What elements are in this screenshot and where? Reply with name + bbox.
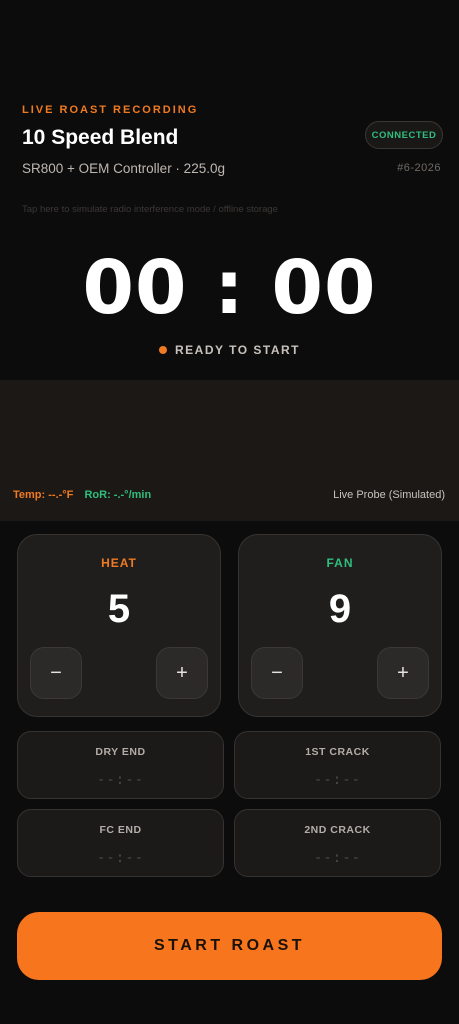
heat-decrease-button[interactable]: − — [30, 647, 82, 699]
status-dot-icon — [158, 346, 167, 354]
milestone-time: --:-- — [313, 772, 362, 788]
milestone-time: --:-- — [96, 772, 145, 788]
recording-eyebrow: LIVE ROAST RECORDING — [22, 104, 199, 116]
roast-subtitle: SR800 + OEM Controller · 225.0g — [22, 161, 225, 176]
fan-increase-button[interactable]: + — [377, 647, 429, 699]
milestone-dry-end[interactable]: DRY END --:-- — [17, 731, 224, 799]
ror-readout: RoR: -.-°/min — [84, 489, 152, 501]
temp-readout: Temp: --.-°F — [13, 489, 74, 501]
milestone-label: 1ST CRACK — [305, 746, 370, 758]
milestone-second-crack[interactable]: 2ND CRACK --:-- — [234, 809, 441, 877]
roast-header: LIVE ROAST RECORDING 10 Speed Blend SR80… — [22, 104, 443, 176]
connection-status-badge[interactable]: CONNECTED — [365, 121, 443, 149]
live-readout: Temp: --.-°F RoR: -.-°/min — [13, 489, 151, 501]
roast-timer: 00 : 00 — [82, 245, 377, 331]
live-chart-panel: Temp: --.-°F RoR: -.-°/min Live Probe (S… — [0, 380, 459, 521]
roast-status: READY TO START — [0, 343, 459, 357]
status-text: READY TO START — [174, 343, 300, 357]
heat-control-card: HEAT 5 − + — [17, 534, 221, 717]
fan-value: 9 — [328, 587, 352, 631]
milestone-time: --:-- — [96, 850, 145, 866]
milestone-fc-end[interactable]: FC END --:-- — [17, 809, 224, 877]
milestone-label: 2ND CRACK — [304, 824, 371, 836]
fan-control-card: FAN 9 − + — [238, 534, 442, 717]
milestone-label: FC END — [99, 824, 142, 836]
milestone-first-crack[interactable]: 1ST CRACK --:-- — [234, 731, 441, 799]
start-roast-button[interactable]: START ROAST — [17, 912, 442, 980]
heat-value: 5 — [107, 587, 131, 631]
heat-label: HEAT — [101, 556, 137, 570]
milestone-label: DRY END — [95, 746, 146, 758]
interference-hint[interactable]: Tap here to simulate radio interference … — [22, 204, 278, 215]
fan-label: FAN — [326, 556, 354, 570]
probe-label: Live Probe (Simulated) — [333, 489, 445, 501]
milestone-time: --:-- — [313, 850, 362, 866]
heat-increase-button[interactable]: + — [156, 647, 208, 699]
roast-id: #6-2026 — [397, 162, 441, 174]
fan-decrease-button[interactable]: − — [251, 647, 303, 699]
